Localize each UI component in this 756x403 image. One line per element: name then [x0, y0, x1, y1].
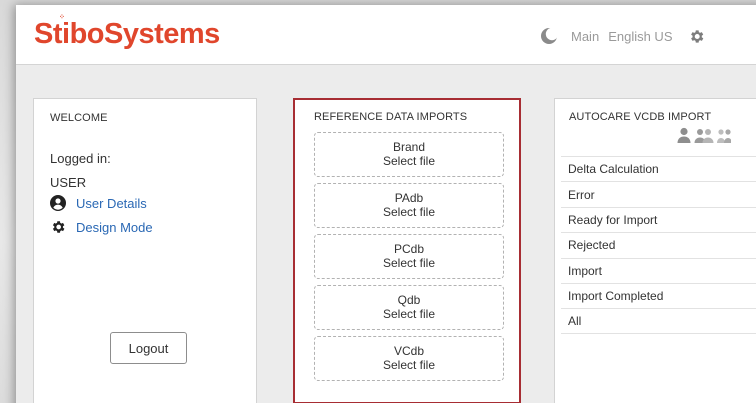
- list-item-ready-for-import[interactable]: Ready for Import0: [561, 206, 756, 232]
- design-mode-link[interactable]: Design Mode: [50, 219, 153, 235]
- state-label: Import: [568, 263, 603, 278]
- gear-icon: [50, 219, 66, 235]
- panel-title: AUTOCARE VCDB IMPORT: [569, 111, 712, 123]
- logged-in-label: Logged in:: [50, 151, 111, 166]
- context-selector[interactable]: Main: [571, 29, 599, 44]
- reference-data-imports-panel: REFERENCE DATA IMPORTS Brand Select file…: [293, 98, 521, 403]
- list-item-import[interactable]: Import0: [561, 257, 756, 283]
- header-toolbar: Main English US: [540, 25, 705, 47]
- import-name: PCdb: [393, 242, 425, 256]
- workflow-state-list: Delta Calculation0 Error0 Ready for Impo…: [561, 156, 756, 334]
- import-name: Qdb: [397, 293, 421, 307]
- select-file-label: Select file: [382, 307, 436, 321]
- import-dropzone-padb[interactable]: PAdb Select file: [314, 183, 504, 228]
- user-icon[interactable]: [677, 127, 691, 143]
- list-item-error[interactable]: Error0: [561, 181, 756, 206]
- user-circle-icon: [50, 195, 66, 211]
- list-item-delta-calculation[interactable]: Delta Calculation0: [561, 156, 756, 181]
- state-label: Delta Calculation: [568, 162, 659, 177]
- panel-title: REFERENCE DATA IMPORTS: [314, 111, 468, 123]
- assignee-filter: [677, 127, 731, 143]
- state-label: Rejected: [568, 238, 616, 253]
- import-name: Brand: [392, 140, 426, 154]
- import-name: PAdb: [394, 191, 424, 205]
- logout-button[interactable]: Logout: [110, 332, 187, 364]
- list-item-rejected[interactable]: Rejected0: [561, 232, 756, 257]
- select-file-label: Select file: [382, 154, 436, 168]
- select-file-label: Select file: [382, 358, 436, 372]
- logo-letter-i: ⁘ i: [59, 14, 70, 51]
- import-dropzone-brand[interactable]: Brand Select file: [314, 132, 504, 177]
- design-mode-label: Design Mode: [76, 219, 153, 235]
- moon-icon[interactable]: [540, 27, 559, 45]
- welcome-panel: WELCOME Logged in: USER User Details Des…: [33, 98, 257, 403]
- gear-icon[interactable]: [688, 28, 705, 45]
- language-selector[interactable]: English US: [608, 29, 672, 44]
- import-name: VCdb: [393, 344, 425, 358]
- select-file-label: Select file: [382, 256, 436, 270]
- import-dropzone-vcdb[interactable]: VCdb Select file: [314, 336, 504, 381]
- state-label: Import Completed: [568, 289, 664, 304]
- user-details-link[interactable]: User Details: [50, 195, 147, 211]
- username: USER: [50, 175, 87, 190]
- user-details-label: User Details: [76, 195, 147, 211]
- app-window: St ⁘ iboSystems Main English US WELCOME Lo…: [16, 5, 756, 403]
- autocare-vcdb-import-panel: AUTOCARE VCDB IMPORT Delta Calculation0 …: [554, 98, 756, 403]
- stibo-logo[interactable]: St ⁘ iboSystems: [34, 14, 220, 51]
- import-dropzone-pcdb[interactable]: PCdb Select file: [314, 234, 504, 279]
- app-header: St ⁘ iboSystems Main English US: [16, 5, 756, 65]
- group-icon[interactable]: [717, 127, 731, 143]
- state-label: All: [568, 314, 582, 329]
- import-dropzone-qdb[interactable]: Qdb Select file: [314, 285, 504, 330]
- panel-title: WELCOME: [50, 112, 108, 124]
- state-label: Error: [568, 187, 595, 202]
- logo-dots-icon: ⁘: [59, 14, 65, 21]
- state-label: Ready for Import: [568, 212, 658, 227]
- select-file-label: Select file: [382, 205, 436, 219]
- list-item-import-completed[interactable]: Import Completed0: [561, 282, 756, 308]
- list-item-all[interactable]: All0: [561, 308, 756, 334]
- users-icon[interactable]: [694, 127, 714, 143]
